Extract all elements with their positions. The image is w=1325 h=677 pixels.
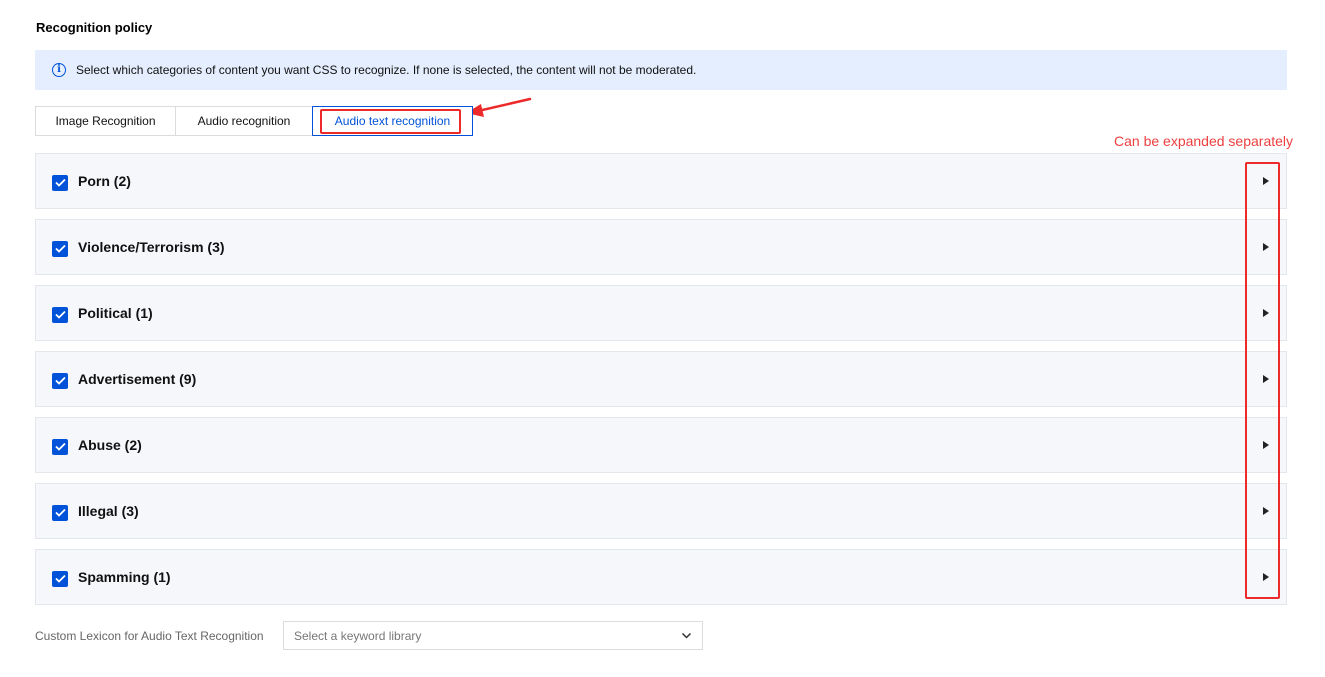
category-row-porn[interactable]: Porn (2) bbox=[35, 153, 1287, 209]
info-icon: i bbox=[52, 63, 66, 77]
checkbox-checked-icon[interactable] bbox=[52, 372, 68, 389]
category-label: Spamming (1) bbox=[78, 569, 171, 585]
checkbox-checked-icon[interactable] bbox=[52, 174, 68, 191]
category-row-political[interactable]: Political (1) bbox=[35, 285, 1287, 341]
tab-image-recognition[interactable]: Image Recognition bbox=[35, 106, 176, 136]
tab-label: Audio text recognition bbox=[334, 114, 451, 128]
tab-label: Image Recognition bbox=[55, 114, 156, 128]
category-label: Advertisement (9) bbox=[78, 371, 197, 387]
category-label: Political (1) bbox=[78, 305, 153, 321]
tab-audio-recognition[interactable]: Audio recognition bbox=[175, 106, 313, 136]
tab-label: Audio recognition bbox=[197, 114, 291, 128]
category-row-spamming[interactable]: Spamming (1) bbox=[35, 549, 1287, 605]
category-row-illegal[interactable]: Illegal (3) bbox=[35, 483, 1287, 539]
checkbox-checked-icon[interactable] bbox=[52, 504, 68, 521]
checkbox-checked-icon[interactable] bbox=[52, 240, 68, 257]
category-label: Violence/Terrorism (3) bbox=[78, 239, 225, 255]
keyword-library-placeholder: Select a keyword library bbox=[294, 628, 422, 643]
expand-arrow-icon[interactable] bbox=[1263, 507, 1269, 515]
lexicon-label: Custom Lexicon for Audio Text Recognitio… bbox=[35, 629, 264, 643]
expand-arrow-icon[interactable] bbox=[1263, 573, 1269, 581]
category-label: Illegal (3) bbox=[78, 503, 139, 519]
annotation-callout-text: Can be expanded separately bbox=[1114, 133, 1294, 149]
category-row-violence-terrorism[interactable]: Violence/Terrorism (3) bbox=[35, 219, 1287, 275]
expand-arrow-icon[interactable] bbox=[1263, 177, 1269, 185]
expand-arrow-icon[interactable] bbox=[1263, 375, 1269, 383]
recognition-tabs: Image Recognition Audio recognition Audi… bbox=[35, 106, 473, 136]
keyword-library-select[interactable]: Select a keyword library bbox=[283, 621, 703, 650]
checkbox-checked-icon[interactable] bbox=[52, 570, 68, 587]
category-row-abuse[interactable]: Abuse (2) bbox=[35, 417, 1287, 473]
section-title: Recognition policy bbox=[36, 20, 153, 35]
info-banner-text: Select which categories of content you w… bbox=[76, 63, 697, 77]
info-banner: i Select which categories of content you… bbox=[35, 50, 1287, 90]
chevron-down-icon bbox=[681, 632, 692, 639]
checkbox-checked-icon[interactable] bbox=[52, 306, 68, 323]
category-row-advertisement[interactable]: Advertisement (9) bbox=[35, 351, 1287, 407]
checkbox-checked-icon[interactable] bbox=[52, 438, 68, 455]
expand-arrow-icon[interactable] bbox=[1263, 309, 1269, 317]
category-label: Porn (2) bbox=[78, 173, 131, 189]
expand-arrow-icon[interactable] bbox=[1263, 243, 1269, 251]
tab-audio-text-recognition[interactable]: Audio text recognition bbox=[312, 106, 473, 136]
category-label: Abuse (2) bbox=[78, 437, 142, 453]
expand-arrow-icon[interactable] bbox=[1263, 441, 1269, 449]
